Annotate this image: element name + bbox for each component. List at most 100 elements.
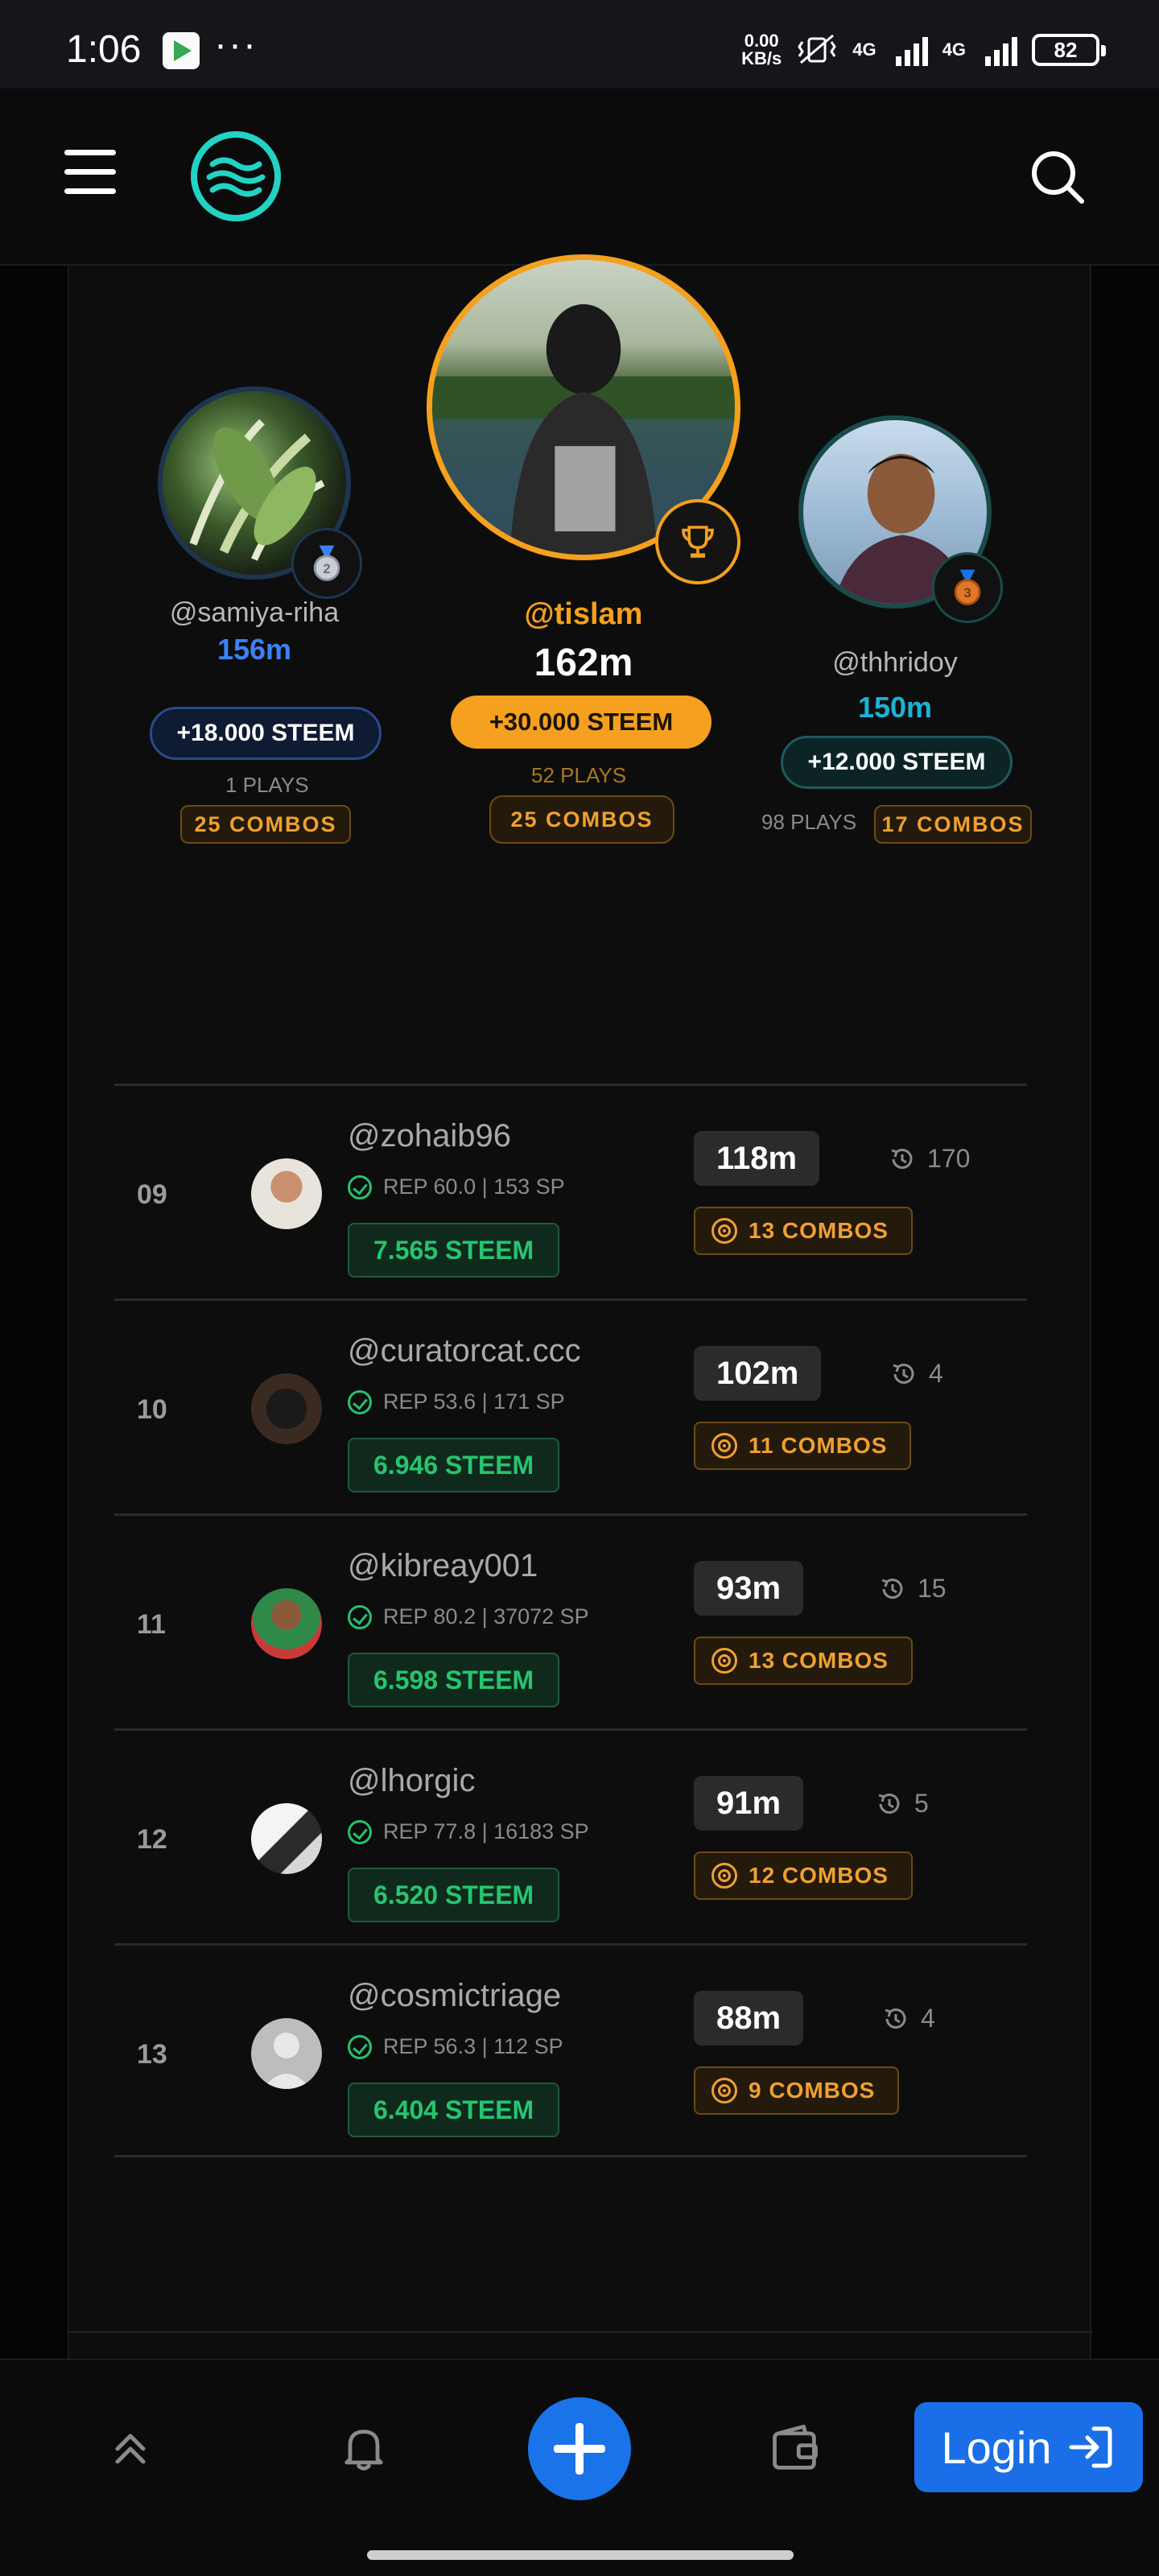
podium-second[interactable]: 2 @samiya-riha xyxy=(158,386,362,724)
bottom-nav: Login xyxy=(0,2359,1159,2576)
vibrate-off-icon xyxy=(798,34,837,64)
network-speed-unit: KB/s xyxy=(741,48,782,68)
podium-username-first[interactable]: @tislam xyxy=(427,597,740,632)
reputation: REP 80.2 | 37072 SP xyxy=(348,1604,589,1629)
verified-check-icon xyxy=(348,1174,372,1199)
history-icon xyxy=(885,2008,906,2029)
verified-check-icon xyxy=(348,1604,372,1629)
podium-combos-first: 25 COMBOS xyxy=(489,795,674,844)
reputation: REP 56.3 | 112 SP xyxy=(348,2034,563,2059)
combos-value: 9 COMBOS xyxy=(749,2078,876,2103)
steem-reward: 6.598 STEEM xyxy=(348,1653,560,1707)
podium-third[interactable]: 3 xyxy=(798,415,1003,625)
rep-text: REP 77.8 | 16183 SP xyxy=(383,1819,589,1843)
verified-check-icon xyxy=(348,1819,372,1844)
podium-plays-third: 98 PLAYS xyxy=(761,810,857,834)
plays-count: 5 xyxy=(876,1789,929,1818)
rank: 10 xyxy=(137,1394,167,1425)
podium-score-first: 162m xyxy=(534,642,633,684)
table-row[interactable]: 12 @lhorgic REP 77.8 | 16183 SP 6.520 ST… xyxy=(114,1728,1027,1942)
status-time: 1:06 xyxy=(66,28,142,71)
rep-text: REP 56.3 | 112 SP xyxy=(383,2034,563,2058)
table-row[interactable]: 13 @cosmictriage REP 56.3 | 112 SP 6.404… xyxy=(114,1943,1027,2157)
combos-value: 12 COMBOS xyxy=(749,1863,889,1888)
steem-reward: 6.946 STEEM xyxy=(348,1438,560,1492)
combos-value: 13 COMBOS xyxy=(749,1218,889,1243)
combos: 13 COMBOS xyxy=(694,1207,913,1255)
table-row[interactable]: 10 @curatorcat.ccc REP 53.6 | 171 SP 6.9… xyxy=(114,1298,1027,1513)
username[interactable]: @zohaib96 xyxy=(348,1118,511,1154)
plays-value: 4 xyxy=(929,1359,943,1388)
medal-number: 3 xyxy=(963,585,971,601)
podium-username-third[interactable]: @thhridoy xyxy=(798,647,992,679)
plays-count: 4 xyxy=(890,1359,943,1389)
podium-reward-pill-first: +30.000 STEEM xyxy=(451,696,711,749)
rank: 13 xyxy=(137,2039,167,2070)
target-icon xyxy=(711,2078,737,2103)
combos-value: 13 COMBOS xyxy=(749,1648,889,1673)
network-4g-1: 4G xyxy=(852,39,876,60)
signal-1-icon xyxy=(895,34,928,66)
plays-value: 15 xyxy=(918,1574,947,1603)
battery-level: 82 xyxy=(1054,37,1078,62)
add-button[interactable] xyxy=(528,2397,631,2500)
search-icon[interactable] xyxy=(1029,148,1087,206)
wallet-icon[interactable] xyxy=(768,2421,823,2476)
combos: 12 COMBOS xyxy=(694,1852,913,1900)
target-icon xyxy=(711,1433,737,1459)
score: 118m xyxy=(694,1131,820,1186)
hamburger-menu-icon[interactable] xyxy=(64,150,116,195)
reputation: REP 77.8 | 16183 SP xyxy=(348,1819,589,1844)
podium-reward-pill-third: +12.000 STEEM xyxy=(781,736,1013,789)
username[interactable]: @curatorcat.ccc xyxy=(348,1333,581,1369)
podium-first[interactable] xyxy=(427,254,740,628)
steem-reward: 6.404 STEEM xyxy=(348,2083,560,2137)
history-icon xyxy=(881,1578,903,1599)
podium-combos-third: 17 COMBOS xyxy=(874,805,1032,844)
battery-icon: 82 xyxy=(1032,34,1106,66)
avatar xyxy=(251,1588,322,1659)
status-bar: 1:06 ··· 0.00 KB/s 4G 4G 82 xyxy=(0,0,1159,89)
login-arrow-icon xyxy=(1069,2426,1112,2468)
network-speed-value: 0.00 xyxy=(744,31,779,51)
table-row[interactable]: 11 @kibreay001 REP 80.2 | 37072 SP 6.598… xyxy=(114,1513,1027,1728)
podium-combos: 25 COMBOS xyxy=(180,805,351,844)
wave-logo-icon[interactable] xyxy=(190,130,282,222)
plays-count: 4 xyxy=(882,2004,935,2033)
rank: 11 xyxy=(137,1609,166,1640)
podium-username[interactable]: @samiya-riha xyxy=(158,597,351,629)
score: 102m xyxy=(694,1346,822,1401)
reputation: REP 53.6 | 171 SP xyxy=(348,1389,565,1414)
username[interactable]: @cosmictriage xyxy=(348,1978,561,2014)
podium-plays-first: 52 PLAYS xyxy=(531,763,627,787)
bell-icon[interactable] xyxy=(336,2421,391,2476)
home-indicator[interactable] xyxy=(367,2550,794,2560)
username[interactable]: @lhorgic xyxy=(348,1763,475,1799)
medal-number: 2 xyxy=(323,561,330,576)
score: 91m xyxy=(694,1776,804,1831)
verified-check-icon xyxy=(348,1389,372,1414)
podium-plays: 1 PLAYS xyxy=(225,773,309,797)
combos: 9 COMBOS xyxy=(694,2066,900,2115)
rank: 12 xyxy=(137,1824,167,1855)
login-button[interactable]: Login xyxy=(914,2402,1143,2492)
reputation: REP 60.0 | 153 SP xyxy=(348,1174,565,1199)
avatar xyxy=(251,1803,322,1874)
history-icon xyxy=(893,1363,914,1384)
score: 93m xyxy=(694,1561,804,1616)
scroll-top-icon[interactable] xyxy=(106,2425,155,2473)
username[interactable]: @kibreay001 xyxy=(348,1548,538,1584)
combos: 13 COMBOS xyxy=(694,1637,913,1685)
rep-text: REP 60.0 | 153 SP xyxy=(383,1174,565,1199)
combos: 11 COMBOS xyxy=(694,1422,912,1470)
target-icon xyxy=(711,1863,737,1889)
login-label: Login xyxy=(941,2421,1052,2473)
history-icon xyxy=(878,1793,900,1814)
signal-2-icon xyxy=(985,34,1017,66)
steem-reward: 7.565 STEEM xyxy=(348,1223,560,1278)
more-notifications-icon: ··· xyxy=(214,23,258,66)
plays-count: 170 xyxy=(889,1144,970,1174)
table-row[interactable]: 09 @zohaib96 REP 60.0 | 153 SP 7.565 STE… xyxy=(114,1084,1027,1298)
network-speed: 0.00 KB/s xyxy=(741,32,782,68)
podium-score: 156m xyxy=(217,633,292,666)
